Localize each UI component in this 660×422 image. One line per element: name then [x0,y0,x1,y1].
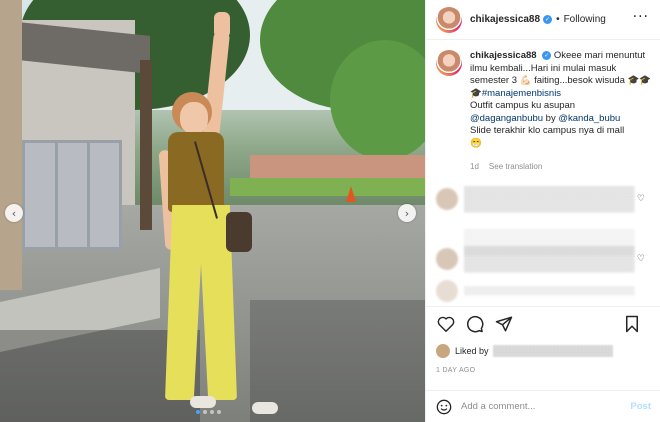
carousel-dot[interactable] [217,410,221,414]
caption-emoji: 💪🏻 [519,75,532,86]
post-header: chikajessica88 ✓ • Following ··· [426,0,660,40]
blurred-liker-names [492,345,613,357]
avatar[interactable] [436,344,450,358]
header-username[interactable]: chikajessica88 [470,14,540,25]
verified-badge-icon: ✓ [542,50,552,60]
heart-icon[interactable]: ♡ [637,254,645,264]
comment-input[interactable] [461,401,611,412]
carousel-dots [196,410,221,414]
bookmark-icon[interactable] [622,314,642,334]
caption-text: chikajessica88 ✓ Okeee mari menuntut ilm… [470,50,654,150]
caption-time: 1d [470,162,479,171]
blurred-comment [464,286,634,296]
see-translation-button[interactable]: See translation [489,162,542,171]
avatar[interactable] [436,50,462,76]
post-comment-button[interactable]: Post [630,401,651,412]
post-side-panel: chikajessica88 ✓ • Following ··· chikaje… [425,0,660,422]
action-bar [426,306,660,340]
chevron-left-icon[interactable]: ‹ [5,204,23,222]
liked-by-label: Liked by [455,346,489,356]
blurred-comment [464,246,634,272]
avatar[interactable] [436,188,458,210]
carousel-dot[interactable] [210,410,214,414]
carousel-dot[interactable] [203,410,207,414]
likes-summary: Liked by [436,344,613,358]
person-shoe [252,402,278,414]
caption-username[interactable]: chikajessica88 [470,50,537,61]
avatar[interactable] [436,6,462,33]
comment-row [436,280,651,302]
person-shoe [190,396,216,408]
comment-icon[interactable] [465,314,485,334]
mention-link[interactable]: @kanda_bubu [558,113,620,124]
comment-row: ♡ [436,182,651,216]
comment-row: ♡ [436,242,651,276]
post-photo[interactable]: ‹ › [0,0,425,422]
verified-badge-icon: ✓ [543,15,553,24]
hashtag-link[interactable]: #manajemenbisnis [482,88,561,99]
heart-icon[interactable]: ♡ [637,194,645,204]
caption-line: by [543,112,559,124]
more-options-icon[interactable]: ··· [633,10,649,24]
caption-line: Slide terakhir klo campus nya di mall [470,125,625,136]
person-face [180,102,208,134]
comment-bar: Post [426,390,660,422]
header-separator: • [556,14,560,25]
caption-line: Outfit campus ku asupan [470,100,576,111]
carousel-dot[interactable] [196,410,200,414]
caption-emoji: 😁 [470,137,482,149]
person-bag [226,212,252,252]
photo-person [0,0,425,422]
emoji-icon[interactable] [436,399,452,415]
chevron-right-icon[interactable]: › [398,204,416,222]
avatar[interactable] [436,248,458,270]
person-peace-hand [214,12,230,38]
blurred-comment [464,186,634,212]
mention-link[interactable]: @daganganbubu [470,113,543,124]
avatar[interactable] [436,280,458,302]
caption: chikajessica88 ✓ Okeee mari menuntut ilm… [436,50,654,150]
caption-line: faiting...besok wisuda [531,75,628,86]
post-timestamp[interactable]: 1 DAY AGO [436,367,475,374]
following-button[interactable]: Following [564,14,606,25]
share-icon[interactable] [494,314,514,334]
caption-meta: 1d See translation [470,162,542,171]
heart-icon[interactable] [436,314,456,334]
